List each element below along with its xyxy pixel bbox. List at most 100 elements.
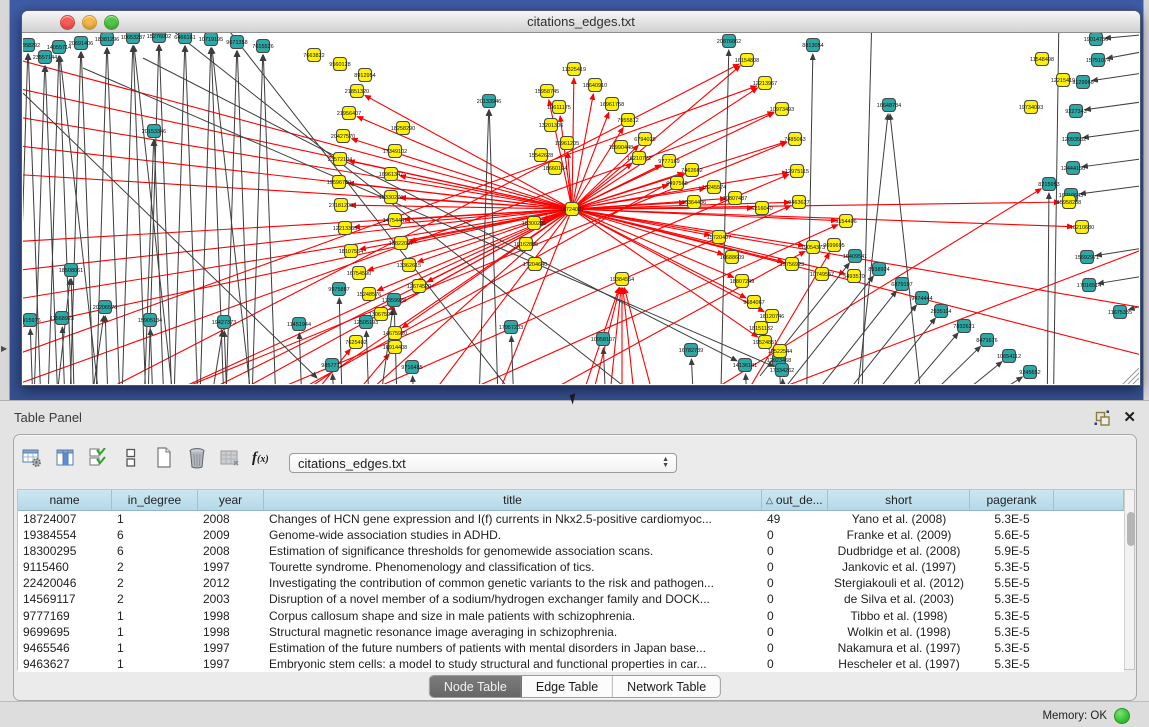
cell-filler[interactable] <box>1054 543 1124 559</box>
memory-status-icon[interactable] <box>1114 708 1130 724</box>
network-edge[interactable] <box>1047 193 1049 384</box>
cell-out_de...[interactable]: 49 <box>762 511 828 527</box>
table-row[interactable]: 969969511998Structural magnetic resonanc… <box>18 624 1124 640</box>
cell-out_de...[interactable]: 0 <box>762 656 828 672</box>
network-edge[interactable] <box>23 209 572 243</box>
network-node[interactable]: 15751074 <box>1086 54 1110 67</box>
network-edge[interactable] <box>121 46 133 384</box>
network-node[interactable]: 20206576 <box>93 301 117 314</box>
cell-title[interactable]: Changes of HCN gene expression and I(f) … <box>264 511 762 527</box>
cell-title[interactable]: Estimation of significance thresholds fo… <box>264 543 762 559</box>
cell-filler[interactable] <box>1054 527 1124 543</box>
network-edge[interactable] <box>720 50 729 384</box>
network-node[interactable]: 9129966 <box>1072 76 1093 89</box>
select-all-icon[interactable] <box>87 446 109 470</box>
cell-title[interactable]: Estimation of the future numbers of pati… <box>264 640 762 656</box>
network-node[interactable]: 10749557 <box>810 268 834 281</box>
network-node[interactable]: 10654112 <box>997 350 1021 363</box>
network-node[interactable]: 20133946 <box>477 95 501 108</box>
network-edge[interactable] <box>892 346 981 384</box>
cell-in_degree[interactable]: 2 <box>112 559 198 575</box>
network-node[interactable]: 15330276 <box>379 191 403 204</box>
network-node[interactable]: 10719195 <box>199 33 223 46</box>
network-node[interactable]: 7625402 <box>345 336 366 349</box>
table-settings-icon[interactable] <box>21 446 43 470</box>
network-node[interactable]: 18807249 <box>730 275 754 288</box>
network-edge[interactable] <box>890 114 925 384</box>
network-node[interactable]: 7663822 <box>303 49 324 62</box>
cell-name[interactable]: 9777169 <box>18 608 112 624</box>
network-node[interactable]: 12093582 <box>1062 133 1086 146</box>
network-node[interactable]: 19427373 <box>212 316 236 329</box>
cell-short[interactable]: Stergiakouli et al. (2012) <box>828 575 970 591</box>
network-node[interactable]: 15542628 <box>529 149 553 162</box>
cell-name[interactable]: 18724007 <box>18 511 112 527</box>
table-row[interactable]: 977716911998Corpus callosum shape and si… <box>18 608 1124 624</box>
table-row[interactable]: 1456911722003Disruption of a novel membe… <box>18 591 1124 607</box>
column-header-in_degree[interactable]: in_degree <box>112 490 198 510</box>
network-edge[interactable] <box>1083 127 1139 138</box>
cell-short[interactable]: Nakamura et al. (1997) <box>828 640 970 656</box>
cell-short[interactable]: Dudbridge et al. (2008) <box>828 543 970 559</box>
network-edge[interactable] <box>1107 48 1139 58</box>
network-edge[interactable] <box>478 110 489 384</box>
network-edge[interactable] <box>572 142 786 209</box>
table-row[interactable]: 1872400712008Changes of HCN gene express… <box>18 511 1124 527</box>
table-row[interactable]: 946362711997Embryonic stem cells: a mode… <box>18 656 1124 672</box>
network-edge[interactable] <box>105 316 109 384</box>
network-node[interactable]: 20364436 <box>682 196 706 209</box>
network-edge[interactable] <box>23 54 28 384</box>
table-row[interactable]: 946554611997Estimation of the future num… <box>18 640 1124 656</box>
cell-name[interactable]: 9699695 <box>18 624 112 640</box>
tab-edge-table[interactable]: Edge Table <box>522 676 613 697</box>
network-node[interactable]: 12213967 <box>753 77 777 90</box>
network-node[interactable]: 21956407 <box>337 107 361 120</box>
cell-pagerank[interactable]: 5.9E-5 <box>970 543 1054 559</box>
delete-icon[interactable] <box>186 446 208 470</box>
cell-in_degree[interactable]: 1 <box>112 640 198 656</box>
network-node[interactable]: 7462662 <box>681 164 702 177</box>
cell-pagerank[interactable]: 5.5E-5 <box>970 575 1054 591</box>
cell-year[interactable]: 2009 <box>198 527 264 543</box>
network-edge[interactable] <box>914 362 1002 384</box>
network-node[interactable]: 19734093 <box>1019 101 1043 114</box>
network-edge[interactable] <box>251 55 263 384</box>
cell-in_degree[interactable]: 1 <box>112 608 198 624</box>
network-canvas[interactable]: 1872400719358292235571441405571420691406… <box>23 33 1139 385</box>
cell-title[interactable]: Disruption of a novel member of a sodium… <box>264 591 762 607</box>
cell-out_de...[interactable]: 0 <box>762 527 828 543</box>
cell-short[interactable]: Jankovic et al. (1997) <box>828 559 970 575</box>
cell-short[interactable]: Franke et al. (2009) <box>828 527 970 543</box>
network-node[interactable]: 20876862 <box>717 35 741 48</box>
network-node[interactable]: 9463627 <box>788 196 809 209</box>
network-edge[interactable] <box>1092 70 1139 81</box>
network-node[interactable]: 10958107 <box>591 333 615 346</box>
cell-name[interactable]: 19384554 <box>18 527 112 543</box>
cell-pagerank[interactable]: 5.3E-5 <box>970 559 1054 575</box>
network-edge[interactable] <box>173 46 185 384</box>
network-edge[interactable] <box>47 56 59 384</box>
network-edge[interactable] <box>23 209 572 333</box>
cell-out_de...[interactable]: 0 <box>762 591 828 607</box>
network-edge[interactable] <box>107 48 121 384</box>
network-node[interactable]: 6794028 <box>634 133 655 146</box>
network-edge[interactable] <box>212 48 255 384</box>
show-columns-icon[interactable] <box>54 446 76 470</box>
network-node[interactable]: 7832621 <box>953 320 974 333</box>
network-node[interactable]: 11451944 <box>287 318 311 331</box>
network-node[interactable]: 8912954 <box>354 69 375 82</box>
cell-out_de...[interactable]: 0 <box>762 543 828 559</box>
network-node[interactable]: 8471676 <box>976 334 997 347</box>
cell-pagerank[interactable]: 5.3E-5 <box>970 608 1054 624</box>
network-edge[interactable] <box>81 52 95 384</box>
cell-title[interactable]: Corpus callosum shape and size in male p… <box>264 608 762 624</box>
network-edge[interactable] <box>603 348 607 384</box>
network-node[interactable]: 9716485 <box>401 361 422 374</box>
network-node[interactable]: 16961347 <box>379 168 403 181</box>
cell-year[interactable]: 1998 <box>198 624 264 640</box>
network-table-select[interactable]: citations_edges.txt ▲▼ <box>289 453 677 473</box>
network-node[interactable]: 15276002 <box>147 33 171 43</box>
cell-filler[interactable] <box>1054 559 1124 575</box>
network-node[interactable]: 8813054 <box>802 39 823 52</box>
cell-year[interactable]: 2003 <box>198 591 264 607</box>
